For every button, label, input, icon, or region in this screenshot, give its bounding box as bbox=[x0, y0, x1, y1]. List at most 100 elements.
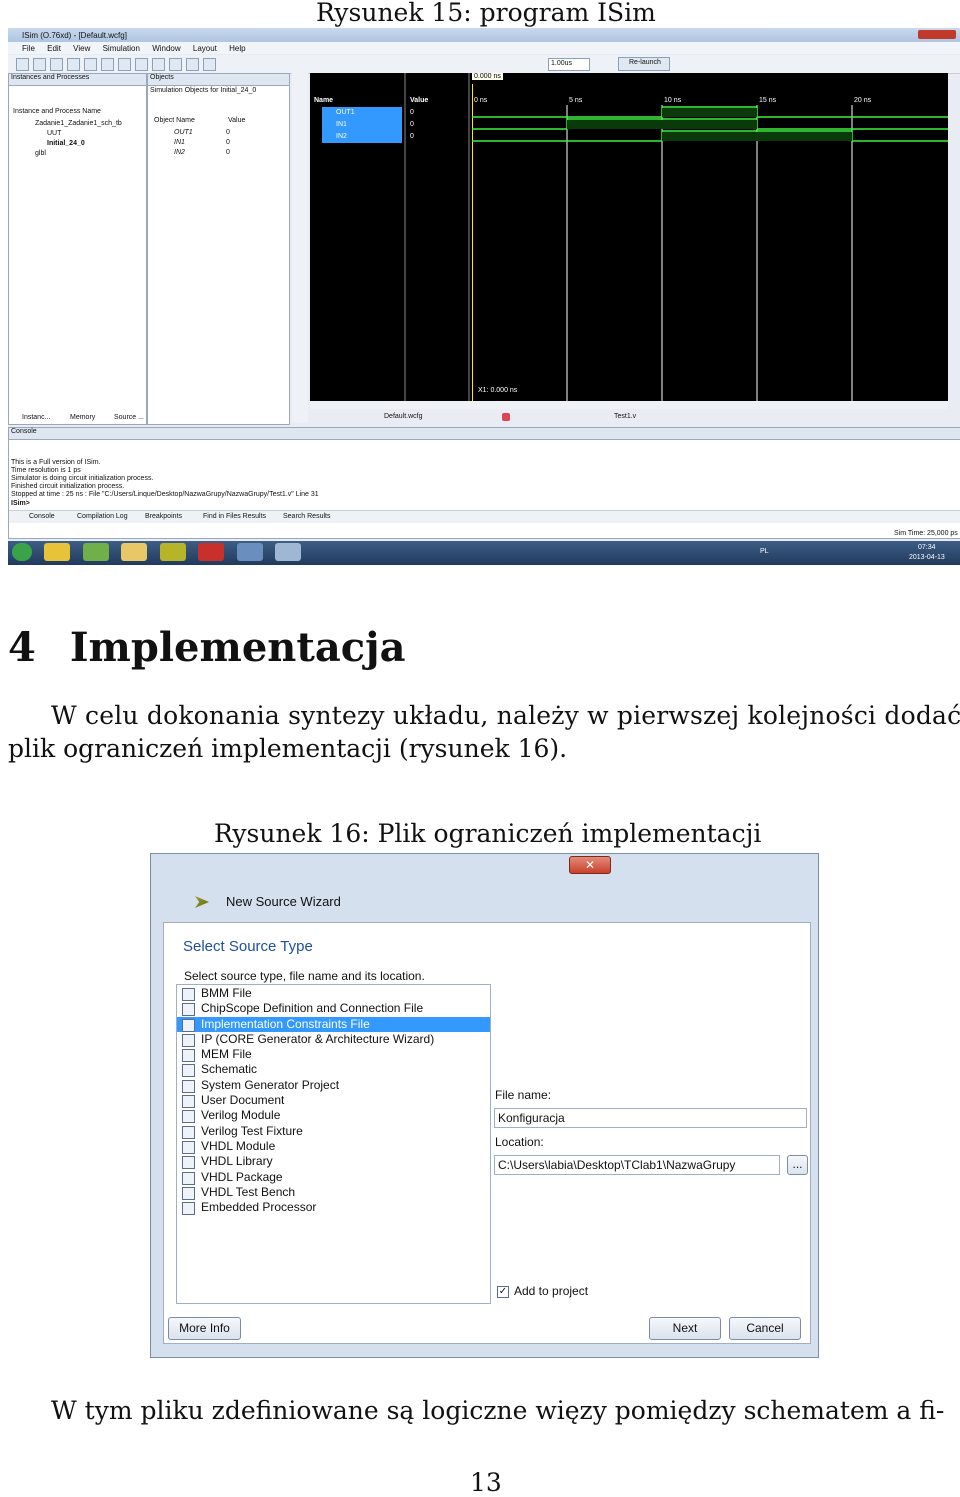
cut-icon[interactable] bbox=[67, 58, 80, 71]
source-type-label: VHDL Package bbox=[201, 1169, 283, 1184]
new-icon[interactable] bbox=[16, 58, 29, 71]
folder-icon[interactable] bbox=[121, 543, 148, 561]
wave-scrollbar[interactable] bbox=[310, 401, 948, 409]
copy-icon[interactable] bbox=[84, 58, 97, 71]
open-icon[interactable] bbox=[33, 58, 46, 71]
source-type-label: System Generator Project bbox=[201, 1077, 340, 1092]
find-icon[interactable] bbox=[169, 58, 182, 71]
tab-source[interactable]: Source ... bbox=[114, 414, 144, 421]
chrome-icon[interactable] bbox=[44, 543, 71, 561]
source-type-item[interactable]: VHDL Module bbox=[177, 1139, 490, 1154]
instance-row[interactable]: Initial_24_0 bbox=[47, 140, 85, 147]
source-type-item[interactable]: BMM File bbox=[177, 986, 490, 1001]
close-tab-icon[interactable] bbox=[502, 413, 510, 421]
menu-window[interactable]: Window bbox=[152, 44, 180, 53]
source-type-item[interactable]: IP (CORE Generator & Architecture Wizard… bbox=[177, 1032, 490, 1047]
figure-15-caption: Rysunek 15: program ISim bbox=[316, 0, 656, 27]
source-type-item[interactable]: User Document bbox=[177, 1093, 490, 1109]
section-title: Implementacja bbox=[69, 624, 406, 671]
source-type-item[interactable]: ChipScope Definition and Connection File bbox=[177, 1001, 490, 1017]
x1-readout: X1: 0.000 ns bbox=[478, 387, 518, 394]
file-type-icon bbox=[182, 1033, 195, 1047]
objects-panel-title: Objects bbox=[148, 74, 289, 86]
file-name-input[interactable]: Konfiguracja bbox=[494, 1108, 807, 1128]
start-icon[interactable] bbox=[12, 543, 32, 561]
tab-find-results[interactable]: Find in Files Results bbox=[203, 513, 266, 520]
source-type-item[interactable]: MEM File bbox=[177, 1047, 490, 1063]
wave-signal-name[interactable]: IN1 bbox=[336, 121, 347, 128]
source-type-list[interactable]: BMM File ChipScope Definition and Connect… bbox=[176, 984, 491, 1304]
instance-row[interactable]: Zadanie1_Zadanie1_sch_tb bbox=[35, 120, 122, 127]
console-line: Stopped at time : 25 ns : File "C:/Users… bbox=[11, 491, 319, 498]
source-type-item[interactable]: VHDL Package bbox=[177, 1170, 490, 1185]
tab-instances[interactable]: Instanc... bbox=[22, 414, 50, 421]
object-row[interactable]: IN1 bbox=[174, 139, 185, 146]
close-icon[interactable]: ✕ bbox=[569, 856, 611, 874]
source-type-item[interactable]: Verilog Module bbox=[177, 1108, 490, 1124]
close-icon[interactable] bbox=[918, 30, 956, 39]
wave-column-name: Name bbox=[314, 97, 334, 104]
source-type-label: BMM File bbox=[201, 986, 252, 1000]
source-type-item[interactable]: VHDL Test Bench bbox=[177, 1185, 490, 1200]
ise-icon[interactable] bbox=[159, 543, 186, 561]
file-type-icon bbox=[182, 1079, 195, 1093]
undo-icon[interactable] bbox=[135, 58, 148, 71]
paste-icon[interactable] bbox=[101, 58, 114, 71]
explorer-icon[interactable] bbox=[236, 543, 263, 561]
zoom-out-icon[interactable] bbox=[203, 58, 216, 71]
isim-task-icon[interactable] bbox=[275, 543, 302, 561]
tab-search-results[interactable]: Search Results bbox=[283, 513, 330, 520]
zoom-in-icon[interactable] bbox=[186, 58, 199, 71]
relaunch-button[interactable]: Re-launch bbox=[618, 57, 670, 71]
source-type-label: VHDL Library bbox=[201, 1154, 273, 1169]
menu-file[interactable]: File bbox=[22, 44, 35, 53]
tab-test1-v[interactable]: Test1.v bbox=[614, 413, 636, 420]
delete-icon[interactable] bbox=[118, 58, 131, 71]
tab-console[interactable]: Console bbox=[29, 513, 55, 520]
console-line: Time resolution is 1 ps bbox=[11, 467, 81, 474]
source-type-item[interactable]: Implementation Constraints File bbox=[177, 1016, 490, 1032]
menu-layout[interactable]: Layout bbox=[193, 44, 217, 53]
save-icon[interactable] bbox=[50, 58, 63, 71]
console-line: Finished circuit initialization process. bbox=[11, 483, 125, 490]
app-icon[interactable] bbox=[82, 543, 109, 561]
time-input[interactable]: 1.00us bbox=[548, 58, 590, 71]
browse-button[interactable]: ... bbox=[787, 1155, 808, 1175]
cancel-button[interactable]: Cancel bbox=[729, 1317, 801, 1340]
menu-edit[interactable]: Edit bbox=[47, 44, 61, 53]
file-type-icon bbox=[182, 1171, 195, 1185]
add-to-project-checkbox[interactable]: ✓ bbox=[497, 1286, 509, 1298]
menu-help[interactable]: Help bbox=[229, 44, 245, 53]
location-input[interactable]: C:\Users\labia\Desktop\TClab1\NazwaGrupy bbox=[494, 1155, 780, 1175]
source-type-item[interactable]: VHDL Library bbox=[177, 1154, 490, 1170]
tab-breakpoints[interactable]: Breakpoints bbox=[145, 513, 182, 520]
source-type-label: Implementation Constraints File bbox=[201, 1016, 370, 1031]
tab-default-wcfg[interactable]: Default.wcfg bbox=[384, 413, 423, 420]
page-number: 13 bbox=[470, 1468, 502, 1497]
menu-simulation[interactable]: Simulation bbox=[103, 44, 140, 53]
object-row[interactable]: OUT1 bbox=[174, 129, 193, 136]
pdf-icon[interactable] bbox=[198, 543, 225, 561]
isim-window-title: ISim (O.76xd) - [Default.wcfg] bbox=[22, 31, 127, 40]
objects-panel: Objects Simulation Objects for Initial_2… bbox=[147, 73, 290, 425]
object-row[interactable]: IN2 bbox=[174, 149, 185, 156]
menu-view[interactable]: View bbox=[73, 44, 90, 53]
wave-signal-name[interactable]: IN2 bbox=[336, 133, 347, 140]
source-type-label: Embedded Processor bbox=[201, 1200, 317, 1215]
redo-icon[interactable] bbox=[152, 58, 165, 71]
instance-row[interactable]: UUT bbox=[47, 130, 61, 137]
next-button[interactable]: Next bbox=[649, 1317, 721, 1340]
source-type-item[interactable]: Embedded Processor bbox=[177, 1200, 490, 1216]
file-type-icon bbox=[182, 1186, 195, 1200]
wave-signal-name[interactable]: OUT1 bbox=[336, 109, 355, 116]
tab-memory[interactable]: Memory bbox=[70, 414, 95, 421]
source-type-item[interactable]: Verilog Test Fixture bbox=[177, 1124, 490, 1139]
tab-compilation-log[interactable]: Compilation Log bbox=[77, 513, 128, 520]
instance-row[interactable]: glbl bbox=[35, 150, 46, 157]
instances-panel: Instances and Processes Instance and Pro… bbox=[8, 73, 147, 425]
more-info-button[interactable]: More Info bbox=[168, 1317, 241, 1340]
source-type-item[interactable]: System Generator Project bbox=[177, 1078, 490, 1093]
console-prompt[interactable]: ISim> bbox=[11, 500, 30, 507]
source-type-item[interactable]: Schematic bbox=[177, 1062, 490, 1078]
language-indicator[interactable]: PL bbox=[760, 548, 769, 555]
